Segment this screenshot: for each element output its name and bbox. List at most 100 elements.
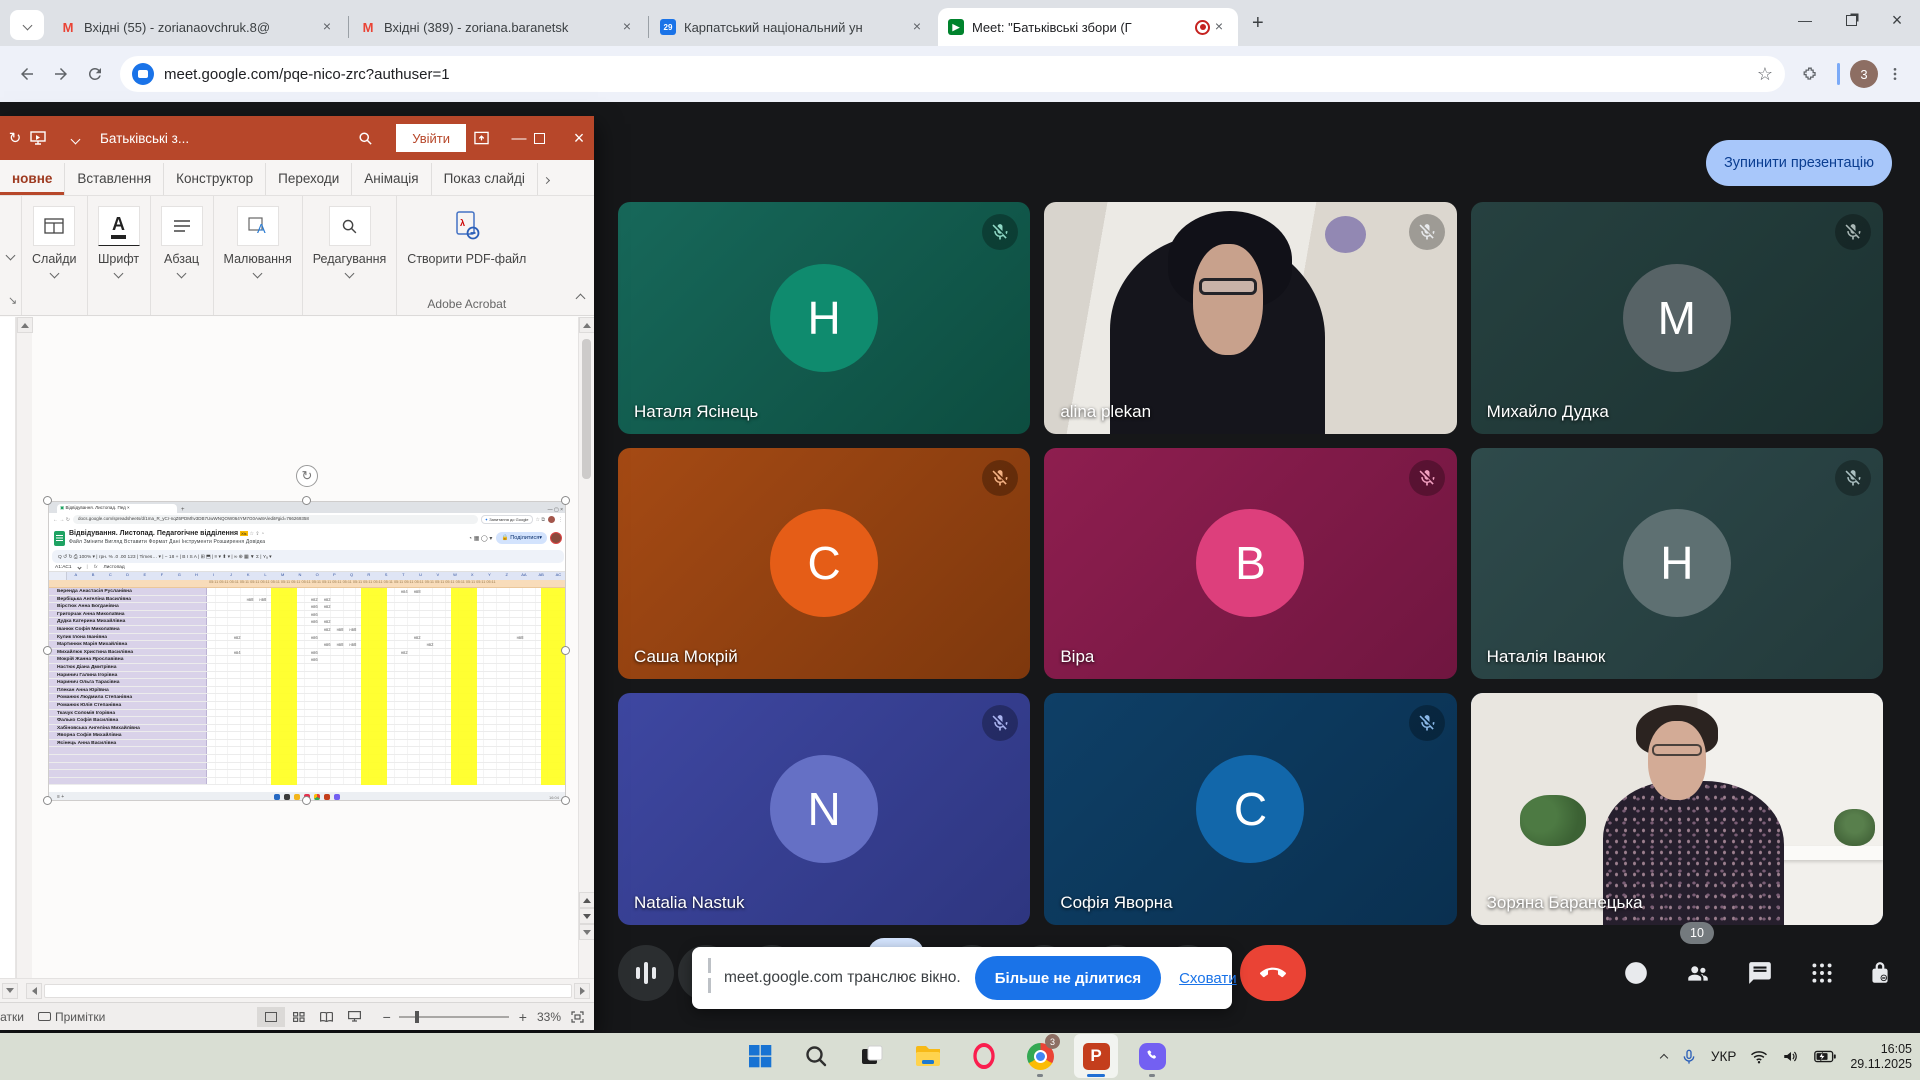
- battery-icon[interactable]: [1814, 1050, 1836, 1063]
- ribbon-group-acrobat[interactable]: λ Створити PDF-файл Adobe Acrobat: [397, 196, 536, 315]
- scroll-left-icon[interactable]: [26, 983, 42, 999]
- zoom-in-button[interactable]: +: [519, 1009, 527, 1025]
- fit-slide-button[interactable]: [571, 1011, 584, 1023]
- tab-search-button[interactable]: [10, 10, 44, 40]
- hide-notification-link[interactable]: Сховати: [1179, 970, 1237, 987]
- slide-sorter-view-button[interactable]: [285, 1007, 313, 1027]
- wifi-icon[interactable]: [1750, 1050, 1768, 1064]
- left-scrollbar[interactable]: [16, 317, 32, 978]
- ribbon-display-icon[interactable]: [474, 131, 504, 145]
- ribbon-tab-insert[interactable]: Вставлення: [65, 163, 164, 195]
- right-scrollbar[interactable]: [578, 317, 594, 978]
- close-icon[interactable]: ×: [618, 18, 636, 36]
- ribbon-tab-slideshow[interactable]: Показ слайді: [432, 163, 538, 195]
- close-icon[interactable]: ×: [564, 128, 594, 149]
- ribbon-tab-animations[interactable]: Анімація: [352, 163, 431, 195]
- volume-icon[interactable]: [1782, 1049, 1800, 1064]
- zoom-out-button[interactable]: −: [383, 1009, 391, 1025]
- start-button[interactable]: [738, 1034, 782, 1078]
- zoom-level[interactable]: 33%: [537, 1010, 561, 1024]
- participant-tile[interactable]: М Михайло Дудка: [1471, 202, 1883, 434]
- quick-access-chevron-icon[interactable]: [60, 130, 90, 147]
- ribbon-group-drawing[interactable]: А Малювання: [214, 196, 303, 315]
- pause-sharing-icon[interactable]: [708, 958, 714, 998]
- ribbon-tab-transitions[interactable]: Переходи: [266, 163, 352, 195]
- window-minimize-button[interactable]: —: [1782, 5, 1828, 35]
- browser-tab-4-active[interactable]: ▶ Meet: "Батьківські збори (Г ×: [938, 8, 1238, 46]
- meeting-info-button[interactable]: [1612, 949, 1660, 997]
- audio-level-button[interactable]: [618, 945, 674, 1001]
- scroll-down-button[interactable]: [579, 924, 594, 940]
- url-text[interactable]: meet.google.com/pqe-nico-zrc?authuser=1: [164, 66, 1757, 83]
- file-explorer-button[interactable]: [906, 1034, 950, 1078]
- host-controls-button[interactable]: [1856, 949, 1904, 997]
- browser-tab-2[interactable]: M Вхідні (389) - zoriana.baranetsk ×: [350, 8, 646, 46]
- scroll-down-left-icon[interactable]: [2, 983, 18, 999]
- undo-redo-icon[interactable]: ↻: [0, 129, 30, 147]
- reload-icon[interactable]: [78, 57, 112, 91]
- participant-tile[interactable]: Н Наталя Ясінець: [618, 202, 1030, 434]
- language-indicator[interactable]: УКР: [1711, 1049, 1736, 1064]
- window-close-button[interactable]: ×: [1874, 5, 1920, 35]
- resize-handle-w[interactable]: [43, 646, 52, 655]
- comments-button[interactable]: Примітки: [38, 1010, 105, 1024]
- chrome-button[interactable]: 3: [1018, 1034, 1062, 1078]
- tab-sharing-icon[interactable]: [132, 63, 154, 85]
- scrollbar-thumb[interactable]: [582, 339, 591, 479]
- ribbon-tab-home[interactable]: новне: [0, 163, 65, 195]
- extensions-icon[interactable]: [1793, 57, 1827, 91]
- profile-avatar[interactable]: 3: [1850, 60, 1878, 88]
- stop-presenting-button[interactable]: Зупинити презентацію: [1706, 140, 1892, 186]
- sign-in-button[interactable]: Увійти: [396, 124, 466, 152]
- horizontal-scrollbar[interactable]: [0, 978, 594, 1002]
- omnibox[interactable]: meet.google.com/pqe-nico-zrc?authuser=1 …: [120, 56, 1785, 92]
- browser-tab-3[interactable]: 29 Карпатський національний ун ×: [650, 8, 936, 46]
- resize-handle-sw[interactable]: [43, 796, 52, 805]
- powerpoint-button[interactable]: P: [1074, 1034, 1118, 1078]
- resize-handle-s[interactable]: [302, 796, 311, 805]
- resize-handle-e[interactable]: [561, 646, 570, 655]
- slide-image-spreadsheet[interactable]: ▣ Відвідування. Листопад. Пед ×+ — ▢ × ←…: [48, 501, 566, 801]
- collapse-ribbon-icon[interactable]: [577, 289, 584, 307]
- taskbar-search-button[interactable]: [794, 1034, 838, 1078]
- previous-slide-button[interactable]: [579, 892, 594, 908]
- ribbon-group-slides[interactable]: Слайди: [22, 196, 88, 315]
- back-icon[interactable]: [10, 57, 44, 91]
- tray-expand-icon[interactable]: [1661, 1048, 1667, 1066]
- ribbon-group-font[interactable]: А Шрифт: [88, 196, 151, 315]
- participant-tile[interactable]: alina plekan: [1044, 202, 1456, 434]
- window-restore-button[interactable]: [1828, 5, 1874, 35]
- new-tab-button[interactable]: +: [1252, 12, 1264, 35]
- viber-button[interactable]: [1130, 1034, 1174, 1078]
- ribbon-group-editing[interactable]: Редагування: [303, 196, 398, 315]
- participant-tile[interactable]: N Natalia Nastuk: [618, 693, 1030, 925]
- participant-tile[interactable]: С Саша Мокрій: [618, 448, 1030, 680]
- participant-tile[interactable]: С Софія Яворна: [1044, 693, 1456, 925]
- normal-view-button[interactable]: [257, 1007, 285, 1027]
- close-icon[interactable]: ×: [1210, 18, 1228, 36]
- tray-microphone-icon[interactable]: [1681, 1048, 1697, 1066]
- ribbon-tab-design[interactable]: Конструктор: [164, 163, 266, 195]
- stop-sharing-button[interactable]: Більше не ділитися: [975, 956, 1161, 1000]
- close-icon[interactable]: ×: [318, 18, 336, 36]
- forward-icon[interactable]: [44, 57, 78, 91]
- next-slide-button[interactable]: [579, 908, 594, 924]
- dialog-launcher-icon[interactable]: ↘: [8, 294, 17, 307]
- slideshow-view-button[interactable]: [341, 1007, 369, 1027]
- activities-button[interactable]: [1798, 949, 1846, 997]
- participant-tile-active-speaker[interactable]: Зоряна Баранецька: [1471, 693, 1883, 925]
- rotate-handle[interactable]: ↻: [296, 465, 318, 487]
- resize-handle-nw[interactable]: [43, 496, 52, 505]
- notes-button[interactable]: Нотатки: [0, 1010, 24, 1024]
- browser-menu-icon[interactable]: [1878, 57, 1912, 91]
- slideshow-icon[interactable]: [30, 131, 60, 145]
- resize-handle-se[interactable]: [561, 796, 570, 805]
- ribbon-tabs-overflow-icon[interactable]: [540, 162, 553, 195]
- ribbon-group-paragraph[interactable]: Абзац: [151, 196, 214, 315]
- reading-view-button[interactable]: [313, 1007, 341, 1027]
- task-view-button[interactable]: [850, 1034, 894, 1078]
- people-button[interactable]: [1674, 949, 1722, 997]
- zoom-slider[interactable]: [399, 1016, 509, 1018]
- chat-button[interactable]: [1736, 949, 1784, 997]
- participant-tile[interactable]: Н Наталія Іванюк: [1471, 448, 1883, 680]
